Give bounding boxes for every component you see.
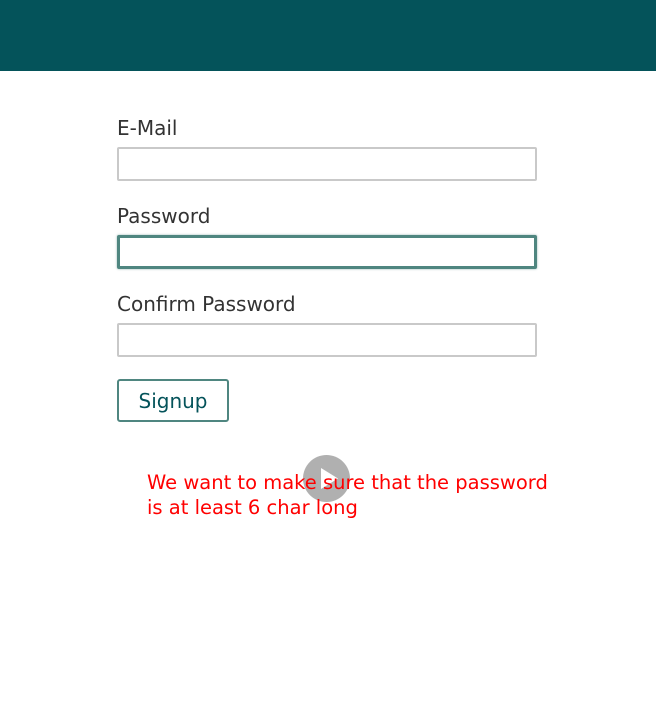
password-field[interactable]: [117, 235, 537, 269]
header-bar: [0, 0, 656, 71]
email-group: E-Mail: [117, 115, 537, 181]
signup-button[interactable]: Signup: [117, 379, 229, 422]
password-label: Password: [117, 204, 211, 228]
confirm-password-field[interactable]: [117, 323, 537, 357]
email-label: E-Mail: [117, 116, 178, 140]
confirm-password-group: Confirm Password: [117, 291, 537, 357]
confirm-password-label: Confirm Password: [117, 292, 296, 316]
annotation-caption: We want to make sure that the password i…: [147, 471, 548, 519]
email-field[interactable]: [117, 147, 537, 181]
password-group: Password: [117, 203, 537, 269]
